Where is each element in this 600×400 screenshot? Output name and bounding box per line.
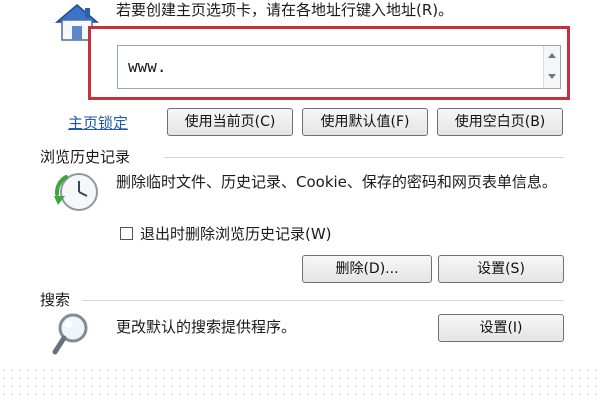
scroll-down-arrow-icon[interactable] (548, 74, 556, 79)
home-page-address-value: www. (128, 57, 167, 76)
home-url-highlight: www. (88, 26, 570, 100)
search-divider (82, 300, 564, 301)
browsing-history-title: 浏览历史记录 (40, 148, 131, 166)
clock-icon (54, 173, 98, 211)
dotted-background-strip (0, 366, 600, 400)
delete-history-on-exit-checkbox[interactable] (120, 227, 133, 240)
history-description: 删除临时文件、历史记录、Cookie、保存的密码和网页表单信息。 (116, 173, 557, 191)
home-lock-link[interactable]: 主页锁定 (68, 112, 128, 133)
delete-history-button[interactable]: 删除(D)... (302, 255, 432, 283)
history-settings-button[interactable]: 设置(S) (438, 255, 564, 283)
use-blank-page-button[interactable]: 使用空白页(B) (437, 108, 563, 136)
search-title: 搜索 (40, 291, 71, 309)
search-settings-button[interactable]: 设置(I) (438, 314, 564, 342)
search-description: 更改默认的搜索提供程序。 (116, 318, 297, 336)
delete-on-exit-option[interactable]: 退出时删除浏览历史记录(W) (120, 223, 332, 244)
scroll-up-arrow-icon[interactable] (548, 53, 556, 58)
use-default-button[interactable]: 使用默认值(F) (302, 108, 428, 136)
use-current-page-button[interactable]: 使用当前页(C) (167, 108, 293, 136)
history-divider (164, 157, 564, 158)
home-page-instruction: 若要创建主页选项卡，请在各地址行键入地址(R)。 (116, 1, 454, 19)
delete-history-on-exit-label[interactable]: 退出时删除浏览历史记录(W) (140, 223, 332, 244)
address-scrollbar[interactable] (543, 46, 560, 88)
home-page-address-input[interactable]: www. (117, 45, 561, 89)
magnifier-icon (52, 313, 88, 355)
